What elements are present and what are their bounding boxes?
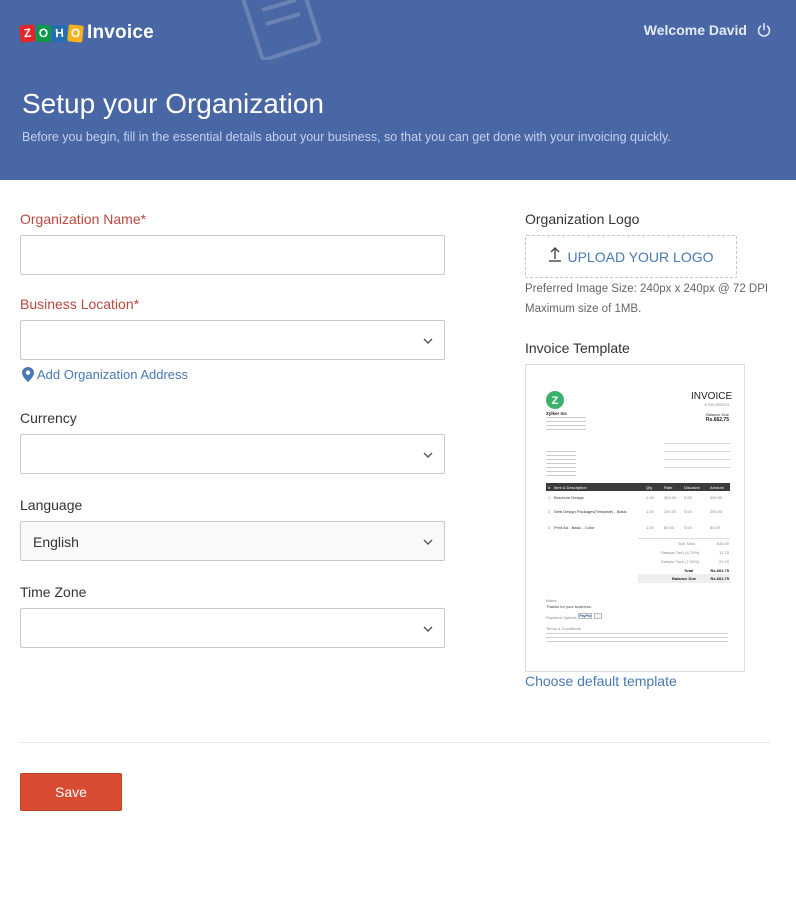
language-value: English bbox=[33, 534, 79, 550]
template-cell: 80.00 bbox=[664, 525, 675, 530]
template-card-badge bbox=[594, 613, 602, 619]
template-table-row: 1 Brochure Design 1.00 300.00 0.00 300.0… bbox=[546, 495, 730, 500]
user-welcome: Welcome David bbox=[644, 22, 772, 38]
logo-size-hint: Preferred Image Size: 240px x 240px @ 72… bbox=[525, 283, 769, 295]
currency-select[interactable] bbox=[20, 434, 445, 474]
template-cell: Print Ad - Basic - Color bbox=[554, 525, 595, 530]
template-cell: 1.00 bbox=[646, 495, 654, 500]
template-balance-due-value: Rs.662.75 bbox=[710, 576, 729, 581]
save-button[interactable]: Save bbox=[20, 773, 122, 811]
language-select[interactable]: English bbox=[20, 521, 445, 561]
template-balance-due-label: Balance Due bbox=[672, 576, 697, 581]
template-balance-value: Rs.662.75 bbox=[705, 417, 729, 423]
template-divider bbox=[638, 538, 730, 539]
template-cell: 2 bbox=[548, 509, 551, 514]
language-label: Language bbox=[20, 497, 83, 513]
template-table-row: 3 Print Ad - Basic - Color 1.00 80.00 0.… bbox=[546, 525, 730, 530]
template-cell: 0.00 bbox=[684, 509, 692, 514]
template-invoice-number: # INV-000013 bbox=[704, 402, 729, 407]
org-name-input[interactable] bbox=[20, 235, 445, 275]
welcome-text: Welcome David bbox=[643, 22, 747, 38]
zoho-letter: O bbox=[67, 23, 84, 43]
template-cell: 80.00 bbox=[710, 525, 721, 530]
template-paypal-badge: PayPal bbox=[578, 613, 592, 619]
upload-icon bbox=[549, 246, 562, 262]
chevron-down-icon bbox=[423, 452, 433, 458]
template-table-row: 2 Web Design Packages(Template) - Basic … bbox=[546, 509, 730, 514]
svg-text:Z: Z bbox=[552, 395, 559, 407]
template-col-header: Rate bbox=[664, 484, 673, 490]
template-terms-label: Terms & Conditions bbox=[546, 626, 581, 631]
template-cell: 1 bbox=[548, 495, 551, 500]
form-divider bbox=[20, 742, 770, 743]
template-col-header: Qty bbox=[646, 484, 653, 490]
page-title: Setup your Organization bbox=[22, 88, 324, 119]
template-total-label: Total bbox=[684, 568, 694, 573]
add-address-label: Add Organization Address bbox=[37, 367, 189, 382]
product-name: Invoice bbox=[87, 22, 154, 43]
template-col-header: Discount bbox=[684, 484, 700, 490]
template-cell: 3 bbox=[548, 525, 551, 530]
choose-template-link[interactable]: Choose default template bbox=[525, 673, 677, 689]
template-cell: 0.00 bbox=[684, 525, 692, 530]
template-tax1-label: Sample Tax1 (4.70%) bbox=[661, 550, 700, 555]
add-address-link[interactable]: Add Organization Address bbox=[22, 367, 188, 382]
template-invoice-heading: INVOICE bbox=[691, 391, 733, 402]
upload-logo-button[interactable]: UPLOAD YOUR LOGO bbox=[525, 235, 737, 278]
currency-label: Currency bbox=[20, 410, 77, 426]
logo-max-hint: Maximum size of 1MB. bbox=[525, 303, 642, 315]
page-subtitle: Before you begin, fill in the essential … bbox=[22, 130, 671, 144]
location-pin-icon bbox=[22, 367, 34, 382]
template-cell: Brochure Design bbox=[554, 495, 584, 500]
invoice-illustration-icon bbox=[239, 0, 322, 60]
org-name-label: Organization Name* bbox=[20, 211, 147, 227]
invoice-template-title: Invoice Template bbox=[525, 340, 630, 356]
template-col-header: Amount bbox=[710, 484, 724, 490]
upload-logo-label: UPLOAD YOUR LOGO bbox=[567, 248, 714, 265]
template-col-header: # bbox=[548, 484, 551, 490]
template-cell: 300.00 bbox=[664, 495, 677, 500]
template-company-name: Zylker Inc bbox=[546, 411, 568, 416]
power-icon[interactable] bbox=[756, 22, 772, 38]
timezone-select[interactable] bbox=[20, 608, 445, 648]
template-cell: 250.00 bbox=[710, 509, 723, 514]
template-tax2-value: 21.00 bbox=[718, 559, 729, 564]
template-cell: Web Design Packages(Template) - Basic bbox=[554, 509, 627, 514]
template-address-lines bbox=[546, 417, 586, 433]
timezone-label: Time Zone bbox=[20, 584, 87, 600]
chevron-down-icon bbox=[423, 338, 433, 344]
chevron-down-icon bbox=[423, 539, 433, 545]
page-header: Z O H O Invoice Welcome David Setup your… bbox=[0, 0, 796, 180]
template-payment-label: Payment Options bbox=[546, 615, 577, 620]
template-cell: 1.00 bbox=[646, 525, 654, 530]
template-subtotal-value: 630.00 bbox=[716, 541, 729, 546]
template-cell: 300.00 bbox=[710, 495, 723, 500]
template-cell: 250.00 bbox=[664, 509, 677, 514]
template-notes-label: Notes bbox=[546, 598, 557, 603]
template-table-header: # Item & Description Qty Rate Discount A… bbox=[546, 483, 730, 491]
business-location-select[interactable] bbox=[20, 320, 445, 360]
invoice-template-preview[interactable]: Z INVOICE # INV-000013 Balance Due Rs.66… bbox=[525, 364, 745, 672]
business-location-label: Business Location* bbox=[20, 296, 140, 312]
template-notes-text: Thanks for your business. bbox=[546, 604, 592, 609]
template-cell: 0.00 bbox=[684, 495, 692, 500]
template-tax1-value: 11.75 bbox=[719, 550, 729, 555]
template-company-logo-icon: Z bbox=[546, 391, 564, 409]
template-meta-lines bbox=[664, 443, 730, 473]
zoho-letter: Z bbox=[19, 23, 36, 43]
template-billto-lines bbox=[546, 451, 576, 477]
zoho-letter: O bbox=[35, 23, 52, 43]
zoho-logo-letters: Z O H O bbox=[19, 23, 84, 43]
org-logo-title: Organization Logo bbox=[525, 211, 640, 227]
template-tax2-label: Sample Tax2 (7.00%) bbox=[661, 559, 700, 564]
template-terms-lines bbox=[546, 633, 728, 642]
template-total-value: Rs.662.75 bbox=[710, 568, 729, 573]
template-cell: 1.00 bbox=[646, 509, 654, 514]
zoho-invoice-logo[interactable]: Z O H O Invoice bbox=[19, 22, 154, 44]
template-subtotal-label: Sub Total bbox=[678, 541, 695, 546]
zoho-letter: H bbox=[51, 24, 68, 42]
chevron-down-icon bbox=[423, 626, 433, 632]
template-col-header: Item & Description bbox=[554, 484, 587, 490]
